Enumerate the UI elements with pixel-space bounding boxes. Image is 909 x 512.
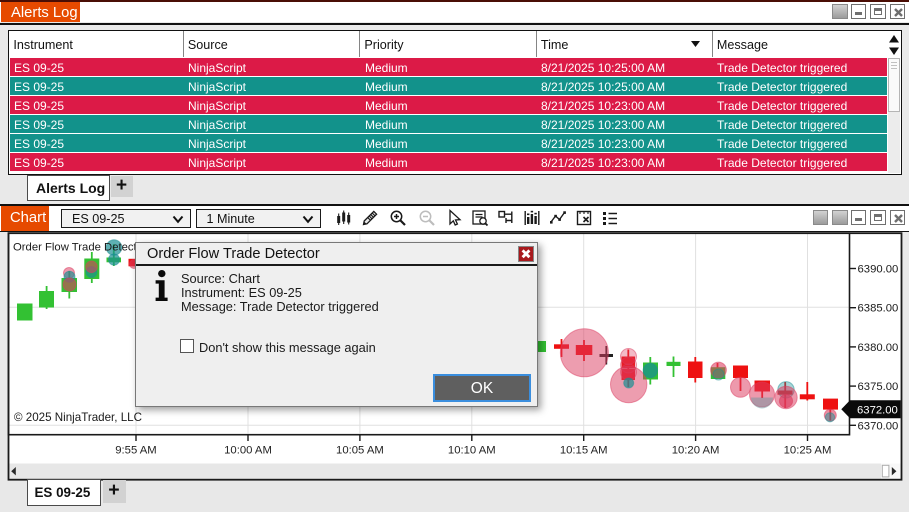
svg-text:9:55 AM: 9:55 AM bbox=[115, 445, 156, 457]
svg-text:6370.00: 6370.00 bbox=[858, 420, 899, 432]
svg-text:6390.00: 6390.00 bbox=[858, 264, 899, 276]
svg-text:10:10 AM: 10:10 AM bbox=[448, 445, 496, 457]
svg-text:6375.00: 6375.00 bbox=[858, 381, 899, 393]
svg-text:10:05 AM: 10:05 AM bbox=[336, 445, 384, 457]
svg-text:6372.00: 6372.00 bbox=[857, 404, 898, 416]
svg-text:© 2025 NinjaTrader, LLC: © 2025 NinjaTrader, LLC bbox=[14, 411, 142, 424]
svg-text:10:15 AM: 10:15 AM bbox=[560, 445, 608, 457]
svg-text:10:00 AM: 10:00 AM bbox=[224, 445, 272, 457]
svg-text:6385.00: 6385.00 bbox=[858, 303, 899, 315]
svg-text:10:25 AM: 10:25 AM bbox=[784, 445, 832, 457]
svg-text:6380.00: 6380.00 bbox=[858, 342, 899, 354]
svg-text:10:20 AM: 10:20 AM bbox=[672, 445, 720, 457]
svg-text:Order Flow Trade Detector: Order Flow Trade Detector bbox=[13, 242, 147, 254]
